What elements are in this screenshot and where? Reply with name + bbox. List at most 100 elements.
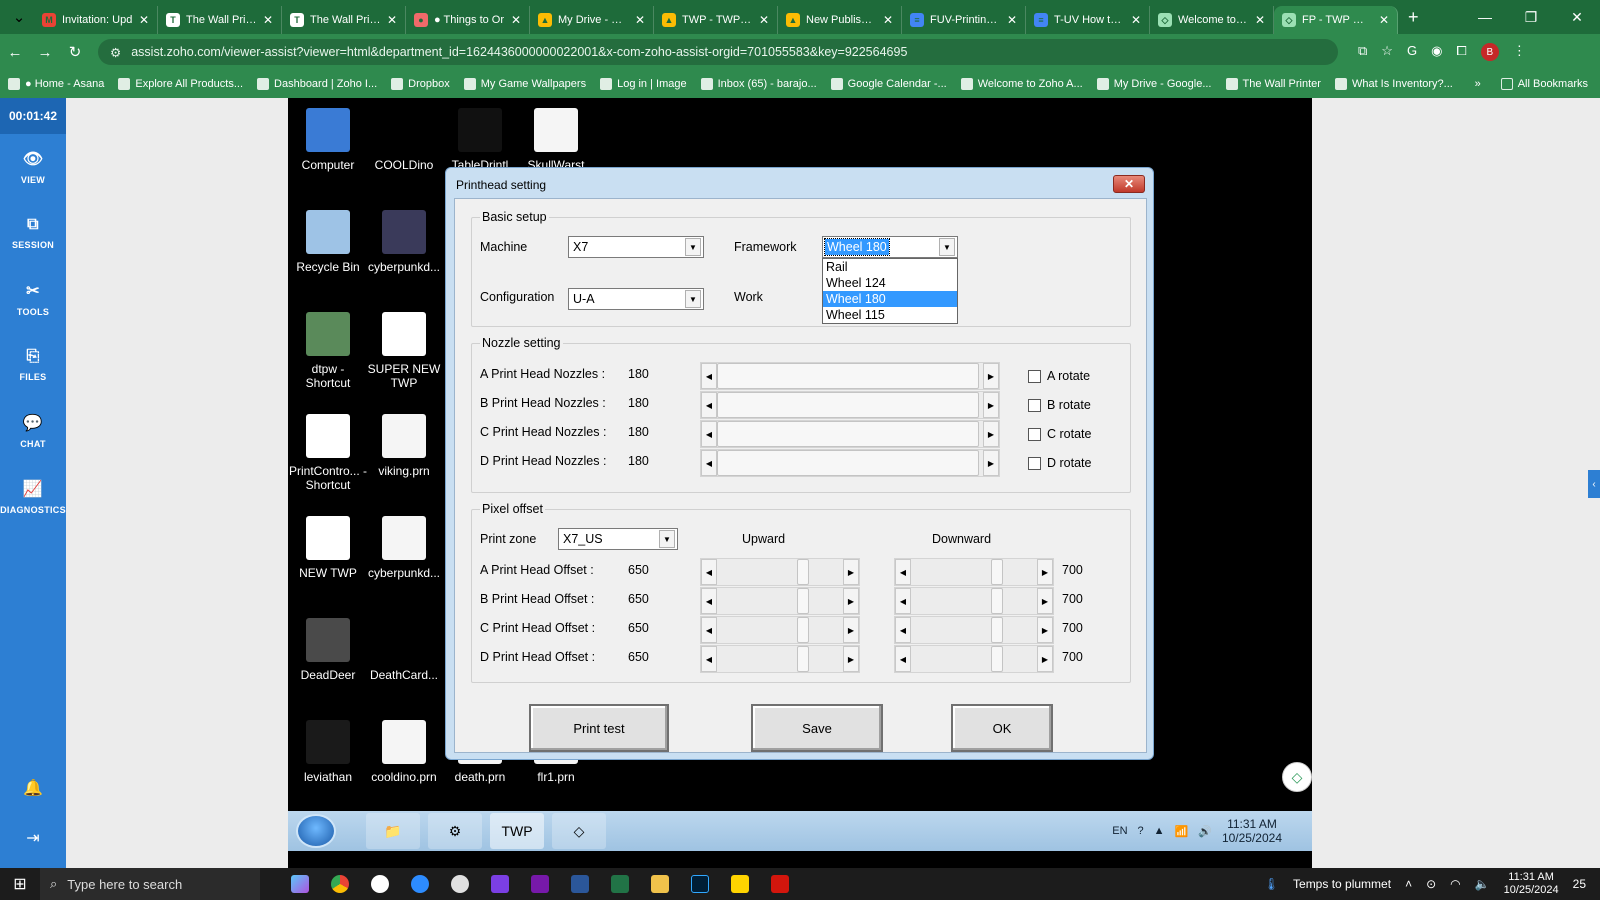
browser-tab[interactable]: T The Wall Printe ✕	[158, 6, 282, 34]
exit-icon[interactable]: ⇥	[0, 828, 66, 848]
close-tab-icon[interactable]: ✕	[1379, 13, 1389, 27]
dialog-close-button[interactable]: ✕	[1113, 175, 1145, 193]
browser-tab[interactable]: ◇ FP - TWP Ware ✕	[1274, 6, 1398, 34]
bookmark-item[interactable]: Explore All Products...	[118, 78, 243, 90]
rotate-checkbox[interactable]: A rotate	[1028, 369, 1090, 383]
notification-badge[interactable]: 25	[1573, 877, 1586, 891]
slider-thumb[interactable]	[717, 392, 979, 418]
chevron-down-icon[interactable]: ▼	[685, 238, 701, 256]
slider-track[interactable]	[717, 588, 843, 614]
desktop-icon[interactable]: DeathCard...	[364, 618, 444, 682]
taskbar-search[interactable]: ⌕ Type here to search	[40, 868, 260, 900]
bookmark-item[interactable]: ● Home - Asana	[8, 78, 104, 90]
configuration-select[interactable]: U-A ▼	[568, 288, 704, 310]
grammarly-icon[interactable]: G	[1407, 43, 1417, 61]
copilot-icon[interactable]	[280, 868, 320, 900]
bookmark-item[interactable]: My Game Wallpapers	[463, 78, 586, 90]
desktop-icon[interactable]: Recycle Bin	[288, 210, 368, 274]
install-icon[interactable]: ⧉	[1358, 43, 1367, 61]
chevron-down-icon[interactable]: ▼	[685, 290, 701, 308]
network-icon[interactable]: 📶	[1175, 825, 1189, 838]
arrow-left-icon[interactable]: ◀	[701, 392, 717, 418]
checkbox-box[interactable]	[1028, 456, 1041, 470]
arrow-left-icon[interactable]: ◀	[701, 646, 717, 672]
arrow-right-icon[interactable]: ▶	[843, 559, 859, 585]
bookmark-item[interactable]: The Wall Printer	[1225, 78, 1321, 90]
slider-track[interactable]	[717, 363, 983, 389]
extension-icon[interactable]: ◉	[1431, 43, 1442, 61]
slider-track[interactable]	[717, 421, 983, 447]
slider-scrollbar[interactable]: ◀ ▶	[894, 587, 1054, 615]
bookmark-star-icon[interactable]: ☆	[1381, 43, 1393, 61]
zoho-nav-files[interactable]: ⎘ FILES	[0, 332, 66, 398]
slider-thumb[interactable]	[797, 646, 809, 672]
chevron-down-icon[interactable]: ▼	[939, 238, 955, 256]
browser-tab[interactable]: ● ● Things to Or ✕	[406, 6, 530, 34]
slider-track[interactable]	[717, 617, 843, 643]
slider-thumb[interactable]	[991, 559, 1003, 585]
print-test-button[interactable]: Print test	[529, 704, 669, 752]
video-app-icon[interactable]	[480, 868, 520, 900]
back-button[interactable]: ←	[0, 44, 30, 61]
close-tab-icon[interactable]: ✕	[883, 13, 893, 27]
browser-tab[interactable]: ◇ Welcome to Zo ✕	[1150, 6, 1274, 34]
all-bookmarks-button[interactable]: All Bookmarks	[1500, 78, 1588, 90]
framework-option[interactable]: Wheel 115	[823, 307, 957, 323]
slider-scrollbar[interactable]: ◀ ▶	[894, 558, 1054, 586]
machine-select[interactable]: X7 ▼	[568, 236, 704, 258]
arrow-left-icon[interactable]: ◀	[701, 363, 717, 389]
bookmark-item[interactable]: Log in | Image	[600, 78, 687, 90]
slider-thumb[interactable]	[991, 617, 1003, 643]
tray-chevron-icon[interactable]: ˄	[1405, 877, 1412, 891]
framework-option[interactable]: Wheel 124	[823, 275, 957, 291]
wifi-icon[interactable]: ◠	[1450, 877, 1460, 891]
framework-option[interactable]: Wheel 180	[823, 291, 957, 307]
word-icon[interactable]	[560, 868, 600, 900]
tab-search-button[interactable]: ⌄	[4, 8, 34, 26]
slider-thumb[interactable]	[991, 646, 1003, 672]
close-tab-icon[interactable]: ✕	[511, 13, 521, 27]
desktop-icon[interactable]: cyberpunkd...	[364, 210, 444, 274]
browser-tab[interactable]: T The Wall Printe ✕	[282, 6, 406, 34]
slider-scrollbar[interactable]: ◀ ▶	[700, 587, 860, 615]
zoho-nav-tools[interactable]: ✂ TOOLS	[0, 266, 66, 332]
desktop-icon[interactable]: DeadDeer	[288, 618, 368, 682]
desktop-icon[interactable]: SkullWarst	[516, 108, 596, 172]
app-icon[interactable]	[440, 868, 480, 900]
arrow-right-icon[interactable]: ▶	[983, 450, 999, 476]
desktop-icon[interactable]: PrintContro... - Shortcut	[288, 414, 368, 492]
rotate-checkbox[interactable]: C rotate	[1028, 427, 1091, 441]
arrow-left-icon[interactable]: ◀	[701, 617, 717, 643]
zoho-floating-icon[interactable]: ◇	[1282, 762, 1312, 792]
zoho-taskbar-icon[interactable]: ◇	[552, 813, 606, 849]
reload-button[interactable]: ↻	[60, 43, 90, 61]
arrow-left-icon[interactable]: ◀	[701, 421, 717, 447]
arrow-right-icon[interactable]: ▶	[983, 392, 999, 418]
photoshop-icon[interactable]	[680, 868, 720, 900]
extensions-puzzle-icon[interactable]: ⧠	[1456, 43, 1466, 61]
slider-thumb[interactable]	[797, 559, 809, 585]
slider-scrollbar[interactable]: ◀ ▶	[700, 420, 1000, 448]
bell-icon[interactable]: 🔔	[0, 778, 66, 798]
arrow-right-icon[interactable]: ▶	[983, 363, 999, 389]
onenote-icon[interactable]	[520, 868, 560, 900]
zoho-panel-toggle[interactable]: ‹	[1588, 470, 1600, 498]
ok-button[interactable]: OK	[951, 704, 1053, 752]
slider-scrollbar[interactable]: ◀ ▶	[700, 391, 1000, 419]
menu-icon[interactable]: ⋮	[1513, 43, 1526, 61]
excel-icon[interactable]	[600, 868, 640, 900]
close-tab-icon[interactable]: ✕	[635, 13, 645, 27]
framework-select[interactable]: Wheel 180 ▼	[822, 236, 958, 258]
framework-option[interactable]: Rail	[823, 259, 957, 275]
close-tab-icon[interactable]: ✕	[1131, 13, 1141, 27]
arrow-left-icon[interactable]: ◀	[701, 559, 717, 585]
camera-icon[interactable]: ⊙	[1426, 877, 1436, 891]
slider-thumb[interactable]	[797, 617, 809, 643]
arrow-right-icon[interactable]: ▶	[1037, 588, 1053, 614]
slider-track[interactable]	[717, 392, 983, 418]
slider-scrollbar[interactable]: ◀ ▶	[700, 449, 1000, 477]
close-tab-icon[interactable]: ✕	[263, 13, 273, 27]
arrow-right-icon[interactable]: ▶	[1037, 559, 1053, 585]
checkbox-box[interactable]	[1028, 427, 1041, 441]
win10-clock[interactable]: 11:31 AM 10/25/2024	[1504, 871, 1559, 897]
